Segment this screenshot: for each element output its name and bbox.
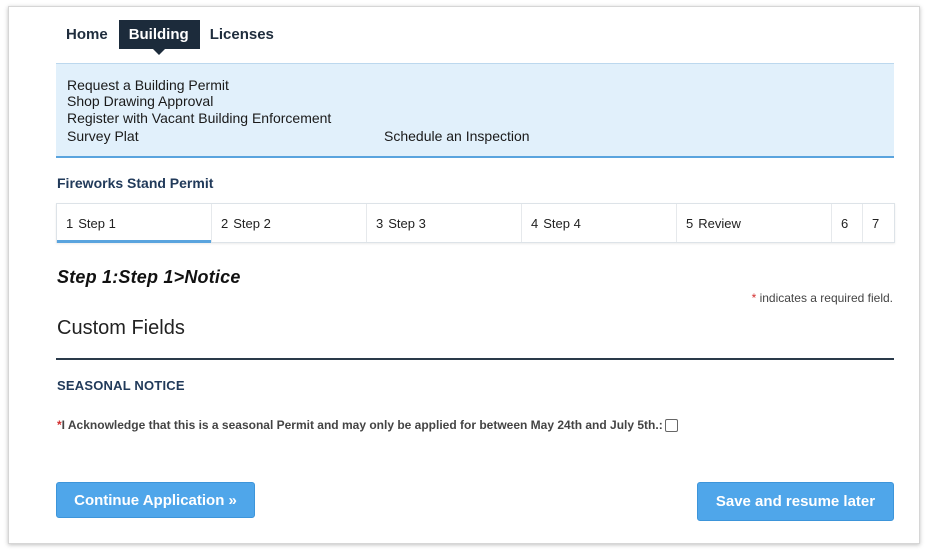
top-navigation: Home Building Licenses [56,20,285,55]
step-tab-1[interactable]: 1 Step 1 [57,204,212,243]
required-field-note: * indicates a required field. [752,291,893,305]
link-vacant-building-enforcement[interactable]: Register with Vacant Building Enforcemen… [67,110,331,126]
required-note-text: indicates a required field. [759,291,893,305]
seasonal-notice-title: SEASONAL NOTICE [57,378,185,393]
step-tab-6[interactable]: 6 [832,204,863,242]
required-star: * [751,291,757,305]
step-number: 6 [841,215,849,231]
step-tab-review[interactable]: 5 Review [677,204,832,242]
step-heading: Step 1:Step 1>Notice [57,267,241,287]
step-label: Step 2 [233,215,271,231]
step-number: 3 [376,215,384,231]
link-schedule-inspection[interactable]: Schedule an Inspection [384,128,530,144]
page-title: Fireworks Stand Permit [57,175,214,191]
link-request-building-permit[interactable]: Request a Building Permit [67,77,229,93]
step-label: Step 1 [78,215,116,231]
acknowledge-checkbox[interactable] [665,419,678,432]
step-number: 2 [221,215,229,231]
continue-application-button[interactable]: Continue Application » [56,482,255,518]
step-tab-3[interactable]: 3 Step 3 [367,204,522,242]
custom-fields-heading: Custom Fields [57,317,185,339]
step-label: Step 4 [543,215,581,231]
step-tab-7[interactable]: 7 [863,204,894,242]
section-divider [56,358,894,360]
step-tab-2[interactable]: 2 Step 2 [212,204,367,242]
step-number: 5 [686,215,694,231]
link-shop-drawing-approval[interactable]: Shop Drawing Approval [67,93,213,109]
nav-tab-licenses[interactable]: Licenses [200,20,285,49]
nav-tab-home[interactable]: Home [56,20,119,49]
acknowledge-label: *I Acknowledge that this is a seasonal P… [57,418,667,433]
step-number: 7 [872,215,880,231]
acknowledge-text: I Acknowledge that this is a seasonal Pe… [61,418,663,432]
nav-tab-building[interactable]: Building [118,20,200,55]
step-number: 4 [531,215,539,231]
step-label: Review [698,215,741,231]
step-tab-4[interactable]: 4 Step 4 [522,204,677,242]
building-submenu: Request a Building Permit Shop Drawing A… [56,63,894,158]
link-survey-plat[interactable]: Survey Plat [67,128,139,144]
save-and-resume-later-button[interactable]: Save and resume later [697,482,894,521]
step-number: 1 [66,215,74,231]
step-label: Step 3 [388,215,426,231]
step-progress-bar: 1 Step 1 2 Step 2 3 Step 3 4 Step 4 5 Re… [56,203,895,243]
